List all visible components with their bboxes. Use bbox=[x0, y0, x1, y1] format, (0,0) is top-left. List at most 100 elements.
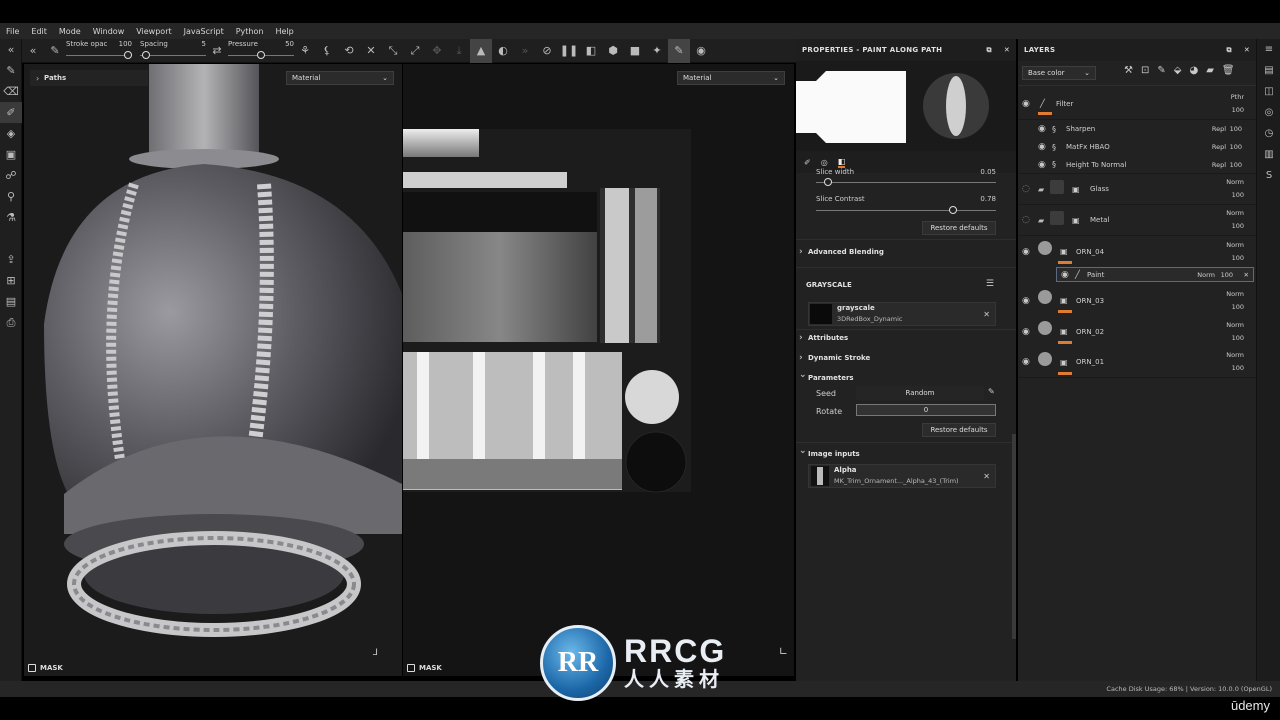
layer-row-metal[interactable]: ◌ ▰ ▣ Metal Norm 100 bbox=[1018, 205, 1256, 236]
layer-row-filter[interactable]: ◉ ╱ Filter Pthr 100 bbox=[1018, 88, 1256, 120]
viewport-2d[interactable]: Material ⌄ MASK ∟ bbox=[403, 64, 794, 676]
layer-blend[interactable]: Norm 100 bbox=[1226, 239, 1244, 265]
eraser-tool-icon[interactable]: ⌫ bbox=[0, 81, 22, 102]
symmetry-icon[interactable]: ⚘ bbox=[294, 39, 316, 63]
menu-viewport[interactable]: Viewport bbox=[136, 27, 171, 36]
remove-icon[interactable]: ✕ bbox=[983, 310, 990, 319]
menu-window[interactable]: Window bbox=[93, 27, 125, 36]
texture-set-icon[interactable]: ▤ bbox=[1257, 60, 1280, 81]
smudge-tool-icon[interactable]: ☍ bbox=[0, 165, 22, 186]
transform-icon[interactable]: ⤡ bbox=[382, 39, 404, 63]
tab-alpha-icon[interactable]: ◧ bbox=[837, 157, 846, 168]
chevrons-right-icon[interactable]: » bbox=[514, 39, 536, 63]
spacing-knob[interactable] bbox=[142, 50, 150, 59]
menu-file[interactable]: File bbox=[6, 27, 19, 36]
layer-blend[interactable]: Repl bbox=[1212, 125, 1226, 133]
bake-icon[interactable]: ⇪ bbox=[0, 249, 22, 270]
stroke-opacity-knob[interactable] bbox=[124, 50, 132, 59]
path-tool-icon[interactable]: ✐ bbox=[0, 102, 22, 123]
split-view-icon[interactable]: ◧ bbox=[580, 39, 602, 63]
stroke-opacity-slider[interactable]: Stroke opac 100 bbox=[66, 39, 132, 63]
mask-toggle-2d[interactable]: MASK bbox=[407, 664, 442, 672]
slice-contrast-row[interactable]: Slice Contrast 0.78 bbox=[816, 195, 996, 214]
parameters-section[interactable]: Parameters bbox=[799, 370, 854, 382]
tab-material-icon[interactable]: ◎ bbox=[821, 158, 828, 167]
layer-opacity[interactable]: 100 bbox=[1230, 125, 1242, 133]
eye-icon[interactable]: ◉ bbox=[1061, 270, 1069, 280]
menu-python[interactable]: Python bbox=[236, 27, 264, 36]
material-select-2d[interactable]: Material ⌄ bbox=[677, 71, 785, 85]
anchor-icon[interactable]: ◕ bbox=[1189, 65, 1198, 76]
pressure-slider[interactable]: Pressure 50 bbox=[228, 39, 294, 63]
layer-opacity[interactable]: 100 bbox=[1230, 143, 1242, 151]
trash-icon[interactable]: 🗑 bbox=[1222, 65, 1235, 76]
layer-row-paint[interactable]: ◉ ╱ Paint Norm 100 ✕ bbox=[1056, 267, 1254, 282]
layers-dock-icon[interactable]: ≡ bbox=[1257, 39, 1280, 60]
slice-width-row[interactable]: Slice width 0.05 bbox=[816, 168, 996, 186]
list-menu-icon[interactable]: ☰ bbox=[986, 279, 994, 289]
slice-width-knob[interactable] bbox=[824, 178, 832, 186]
layer-row-sharpen[interactable]: ◉ § Sharpen Repl 100 bbox=[1018, 120, 1256, 138]
log-icon[interactable]: ▥ bbox=[1257, 144, 1280, 165]
layer-row-orn-03[interactable]: ◉ ▣ ORN_03 Norm 100 bbox=[1018, 285, 1256, 316]
mask-icon[interactable]: ⊡ bbox=[1141, 65, 1149, 76]
viewport-3d[interactable]: › Paths Material ⌄ MASK ⅃ bbox=[24, 64, 402, 676]
restore-defaults-button-2[interactable]: Restore defaults bbox=[922, 423, 996, 437]
align-icon[interactable]: ⤢ bbox=[404, 39, 426, 63]
mountain-icon[interactable]: ▲ bbox=[470, 38, 492, 63]
image-inputs-section[interactable]: Image inputs bbox=[799, 446, 860, 458]
display-settings-icon[interactable]: ◫ bbox=[1257, 81, 1280, 102]
layer-opacity[interactable]: 100 bbox=[1230, 161, 1242, 169]
layer-blend[interactable]: Norm bbox=[1197, 271, 1215, 279]
menu-help[interactable]: Help bbox=[275, 27, 293, 36]
sparkle-icon[interactable]: ✦ bbox=[646, 39, 668, 63]
alpha-resource[interactable]: Alpha MK_Trim_Ornament..._Alpha_43_(Trim… bbox=[808, 464, 996, 488]
tab-tool-icon[interactable]: ✐ bbox=[804, 158, 811, 167]
layer-blend[interactable]: Norm 100 bbox=[1226, 176, 1244, 202]
path-mode-icon[interactable]: ⟲ bbox=[338, 39, 360, 63]
camera-icon[interactable]: ■ bbox=[624, 39, 646, 63]
float-panel-icon[interactable]: ⧉ bbox=[1227, 46, 1232, 55]
eye-icon[interactable]: ◉ bbox=[1022, 327, 1030, 337]
layer-blend[interactable]: Pthr 100 bbox=[1231, 91, 1244, 117]
float-panel-icon[interactable]: ⧉ bbox=[987, 46, 992, 55]
double-chevron-icon[interactable]: « bbox=[22, 39, 44, 63]
paint-brush-icon[interactable]: ✎ bbox=[668, 38, 690, 63]
advanced-blending-section[interactable]: Advanced Blending bbox=[799, 247, 884, 257]
shader-icon[interactable]: ◎ bbox=[1257, 102, 1280, 123]
lazy-mouse-icon[interactable]: ⚸ bbox=[316, 39, 338, 63]
mask-toggle-3d[interactable]: MASK bbox=[28, 664, 63, 672]
menu-javascript[interactable]: JavaScript bbox=[184, 27, 224, 36]
eye-icon[interactable]: ◉ bbox=[1038, 142, 1046, 152]
move-icon[interactable]: ✥ bbox=[426, 39, 448, 63]
collapse-icon[interactable]: « bbox=[0, 39, 22, 60]
eye-icon[interactable]: ◉ bbox=[1038, 160, 1046, 170]
swap-icon[interactable]: ⇄ bbox=[206, 39, 228, 63]
projection-tool-icon[interactable]: ◈ bbox=[0, 123, 22, 144]
layer-row-orn-04[interactable]: ◉ ▣ ORN_04 Norm 100 bbox=[1018, 236, 1256, 267]
properties-scrollbar[interactable] bbox=[1012, 434, 1016, 639]
folder-icon[interactable]: ▰ bbox=[1206, 65, 1214, 76]
layer-row-height-to-normal[interactable]: ◉ § Height To Normal Repl 100 bbox=[1018, 156, 1256, 174]
menu-edit[interactable]: Edit bbox=[31, 27, 47, 36]
layer-row-matfx-hbao[interactable]: ◉ § MatFx HBAO Repl 100 bbox=[1018, 138, 1256, 156]
grayscale-resource[interactable]: grayscale 3DRedBox_Dynamic ✕ bbox=[808, 302, 996, 326]
layer-blend[interactable]: Repl bbox=[1212, 143, 1226, 151]
close-icon[interactable]: ✕ bbox=[1244, 46, 1250, 55]
visibility-icon[interactable]: ◐ bbox=[492, 39, 514, 63]
eye-closed-icon[interactable]: ◌ bbox=[1022, 215, 1030, 225]
close-path-icon[interactable]: ✕ bbox=[360, 39, 382, 63]
layer-blend[interactable]: Norm 100 bbox=[1226, 319, 1244, 345]
layer-blend[interactable]: Norm 100 bbox=[1226, 288, 1244, 314]
spacing-slider[interactable]: Spacing 5 bbox=[140, 39, 206, 63]
eye-icon[interactable]: ◉ bbox=[1038, 124, 1046, 134]
no-eye-icon[interactable]: ⊘ bbox=[536, 39, 558, 63]
slice-contrast-knob[interactable] bbox=[949, 206, 957, 214]
layer-blend[interactable]: Repl bbox=[1212, 161, 1226, 169]
seed-random-button[interactable]: Random bbox=[856, 386, 984, 400]
layer-blend[interactable]: Norm 100 bbox=[1226, 207, 1244, 233]
history-icon[interactable]: ◷ bbox=[1257, 123, 1280, 144]
rotate-field[interactable]: 0 bbox=[856, 404, 996, 416]
eye-icon[interactable]: ◉ bbox=[1022, 357, 1030, 367]
eye-icon[interactable]: ◉ bbox=[1022, 247, 1030, 257]
